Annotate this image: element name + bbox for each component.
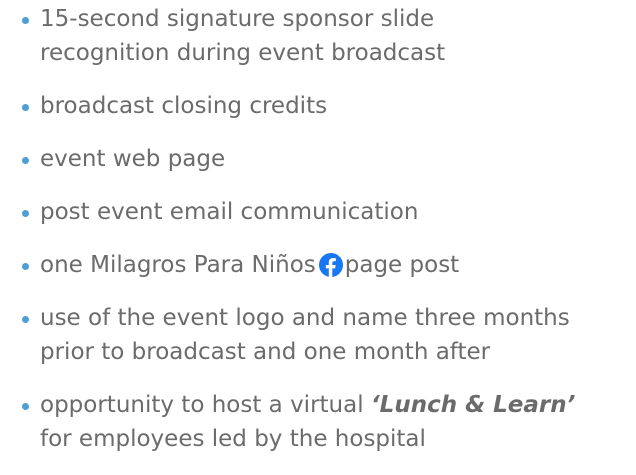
list-item-text: event web page bbox=[40, 146, 226, 172]
list-item-text: use of the event logo and name three mon… bbox=[40, 305, 570, 331]
facebook-icon bbox=[318, 253, 343, 277]
list-item-text: prior to broadcast and one month after bbox=[40, 339, 491, 365]
list-item-text-before: one Milagros Para Niños bbox=[40, 252, 316, 278]
bullet-icon bbox=[22, 316, 29, 323]
list-item: opportunity to host a virtual ‘Lunch & L… bbox=[22, 388, 632, 456]
sponsor-benefits-list: 15-second signature sponsor slide recogn… bbox=[22, 2, 632, 475]
bullet-icon bbox=[22, 157, 29, 164]
list-item-text-after: page post bbox=[344, 252, 460, 278]
bullet-icon bbox=[22, 210, 29, 217]
list-item: broadcast closing credits bbox=[22, 89, 632, 123]
list-item: use of the event logo and name three mon… bbox=[22, 301, 632, 369]
list-item: post event email communication bbox=[22, 195, 632, 229]
bullet-icon bbox=[22, 263, 29, 270]
lunch-and-learn-emphasis: ‘Lunch & Learn’ bbox=[370, 392, 576, 418]
list-item-text: broadcast closing credits bbox=[40, 93, 328, 119]
list-item-text: one Milagros Para Niños page post bbox=[40, 248, 632, 282]
list-item-text: for employees led by the hospital bbox=[40, 426, 426, 452]
list-item-text: opportunity to host a virtual ‘Lunch & L… bbox=[40, 388, 632, 422]
bullet-icon bbox=[22, 403, 29, 410]
bullet-icon bbox=[22, 17, 29, 24]
bullet-icon bbox=[22, 104, 29, 111]
list-item-text: 15-second signature sponsor slide bbox=[40, 6, 435, 32]
list-item-text-before: opportunity to host a virtual bbox=[40, 392, 371, 418]
list-item: 15-second signature sponsor slide recogn… bbox=[22, 2, 632, 70]
list-item-text: recognition during event broadcast bbox=[40, 40, 446, 66]
list-item-text: post event email communication bbox=[40, 199, 419, 225]
list-item: event web page bbox=[22, 142, 632, 176]
list-item: one Milagros Para Niños page post bbox=[22, 248, 632, 282]
